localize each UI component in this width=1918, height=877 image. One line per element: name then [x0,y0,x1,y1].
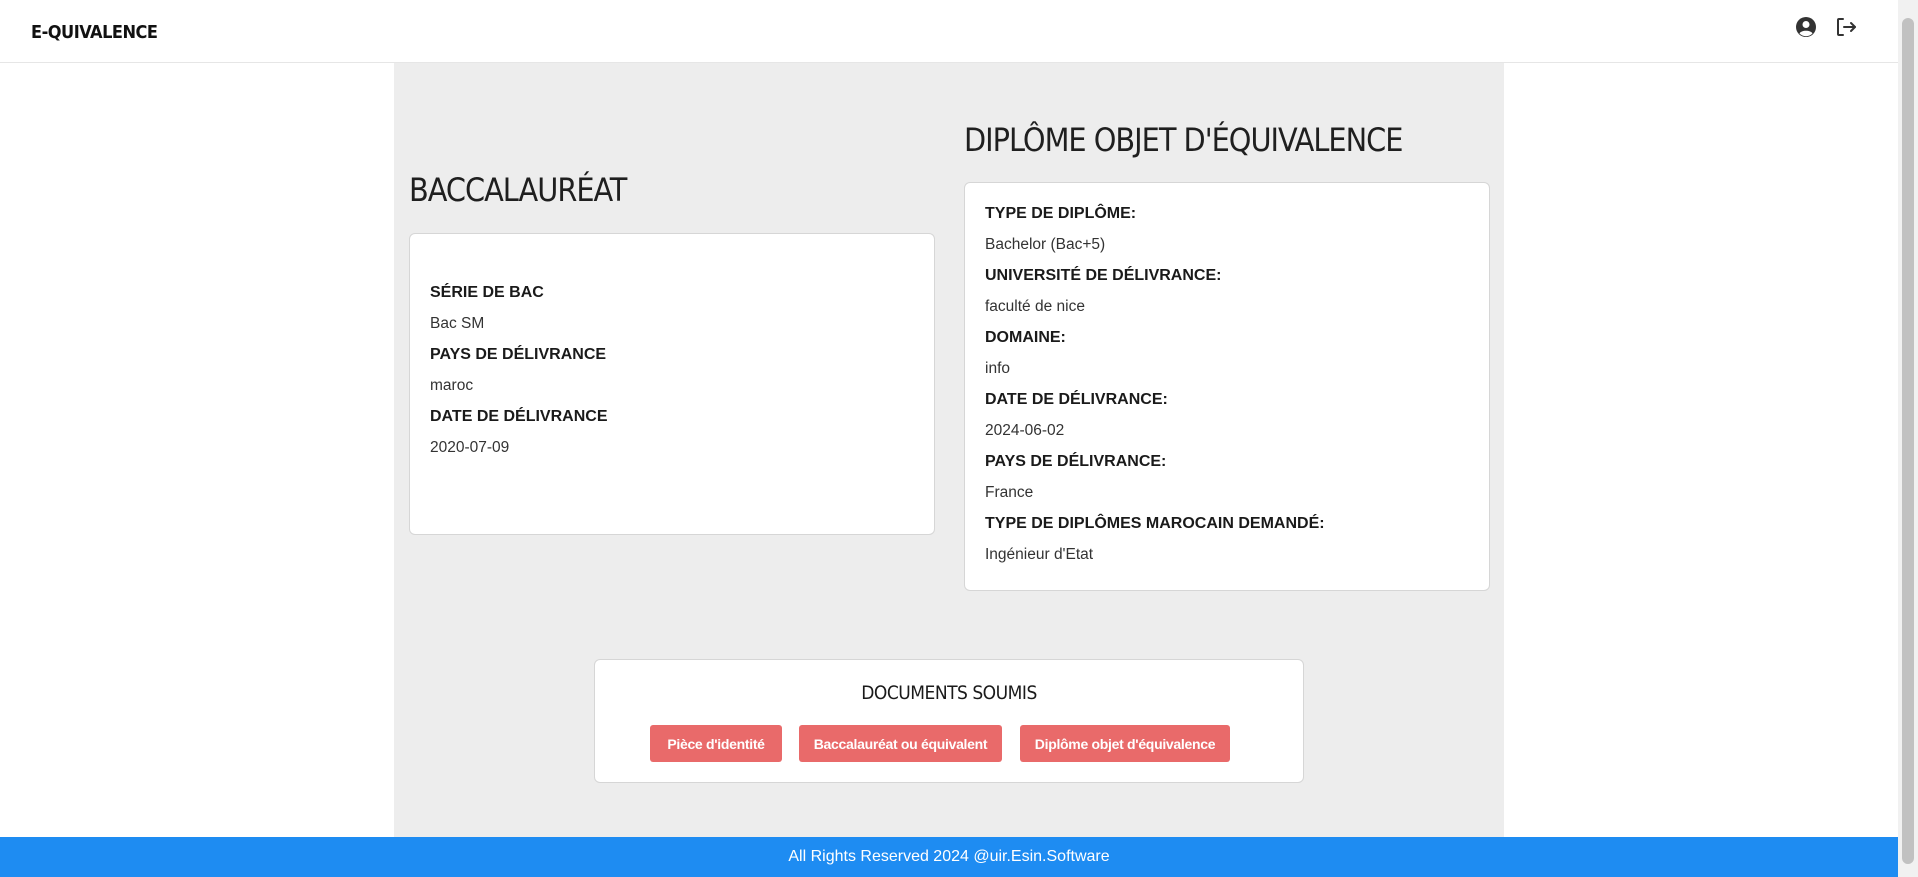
user-circle-icon[interactable] [1794,15,1818,39]
footer-copyright: All Rights Reserved 2024 @uir.Esin.Softw… [788,848,1110,865]
baccalaureat-document-button[interactable]: Baccalauréat ou équivalent [799,725,1002,762]
diplome-card: TYPE DE DIPLÔME: Bachelor (Bac+5) UNIVER… [964,182,1490,591]
documents-card: DOCUMENTS SOUMIS Pièce d'identité Baccal… [594,659,1304,783]
bac-field-label-date: DATE DE DÉLIVRANCE [430,408,608,425]
logout-icon[interactable] [1834,15,1858,39]
footer: All Rights Reserved 2024 @uir.Esin.Softw… [0,837,1898,877]
diplome-field-value-date: 2024-06-02 [985,422,1065,439]
diplome-field-label-domaine: DOMAINE: [985,329,1066,346]
diplome-field-label-date: DATE DE DÉLIVRANCE: [985,391,1168,408]
main-content: BACCALAURÉAT SÉRIE DE BAC Bac SM PAYS DE… [394,63,1504,837]
scrollbar-thumb[interactable] [1902,18,1914,864]
bac-section-title: BACCALAURÉAT [409,171,627,209]
bac-card: SÉRIE DE BAC Bac SM PAYS DE DÉLIVRANCE m… [409,233,935,535]
top-navbar: E-QUIVALENCE [0,0,1898,63]
diplome-section-title: DIPLÔME OBJET D'ÉQUIVALENCE [964,121,1403,159]
diplome-field-value-domaine: info [985,360,1010,377]
brand-logo[interactable]: E-QUIVALENCE [31,22,158,43]
bac-field-label-pays: PAYS DE DÉLIVRANCE [430,346,607,363]
bac-field-value-serie: Bac SM [430,315,485,332]
bac-field-label-serie: SÉRIE DE BAC [430,284,544,301]
diplome-field-value-type-marocain: Ingénieur d'Etat [985,546,1094,563]
diplome-document-button[interactable]: Diplôme objet d'équivalence [1020,725,1230,762]
diplome-field-label-universite: UNIVERSITÉ DE DÉLIVRANCE: [985,267,1222,284]
piece-identite-button[interactable]: Pièce d'identité [650,725,782,762]
bac-field-value-pays: maroc [430,377,474,394]
diplome-field-value-universite: faculté de nice [985,298,1085,315]
page-scrollbar[interactable] [1898,0,1918,877]
documents-title: DOCUMENTS SOUMIS [861,682,1037,704]
diplome-field-label-type: TYPE DE DIPLÔME: [985,205,1137,222]
bac-field-value-date: 2020-07-09 [430,439,510,456]
diplome-field-value-pays: France [985,484,1034,501]
diplome-field-label-pays: PAYS DE DÉLIVRANCE: [985,453,1167,470]
diplome-field-label-type-marocain: TYPE DE DIPLÔMES MAROCAIN DEMANDÉ: [985,515,1325,532]
diplome-field-value-type: Bachelor (Bac+5) [985,236,1106,253]
